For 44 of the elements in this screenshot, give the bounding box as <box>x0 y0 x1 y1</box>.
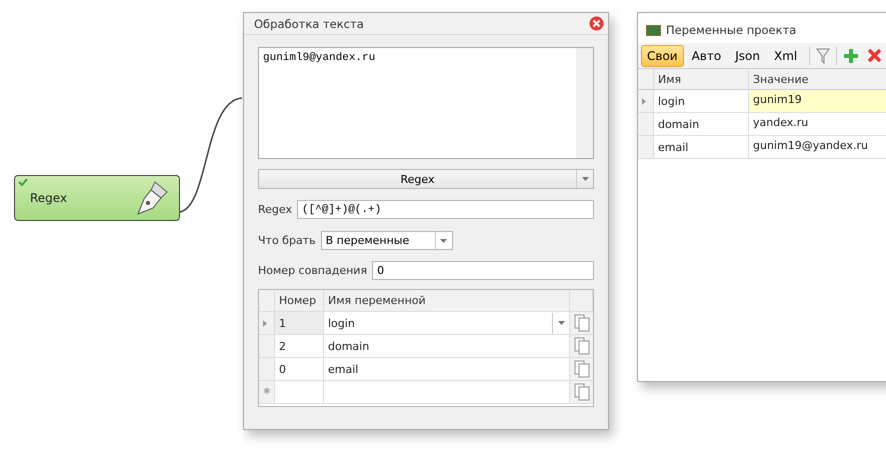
regex-field[interactable]: ([^@]+)@(.+) <box>296 200 594 219</box>
tab[interactable]: Свои <box>641 44 684 66</box>
table-cell[interactable]: gunim19@yandex.ru <box>749 136 886 158</box>
close-icon[interactable] <box>589 16 604 31</box>
table-cell: 0 <box>275 358 324 380</box>
copy-icon[interactable] <box>574 337 590 355</box>
input-text-field[interactable]: guniml9@yandex.ru <box>258 47 594 159</box>
window-title: Обработка текста <box>254 16 364 30</box>
field-label: Номер совпадения <box>258 264 368 277</box>
node-title: Regex <box>30 191 68 205</box>
table-cell[interactable]: gunim19 <box>749 90 886 112</box>
table-cell[interactable]: yandex.ru <box>749 113 886 135</box>
pen-nib-icon <box>135 180 169 216</box>
delete-icon[interactable] <box>867 48 882 63</box>
panel-title: Переменные проекта <box>666 23 796 37</box>
row-indicator[interactable] <box>259 312 275 334</box>
table-cell: 1 <box>275 312 324 334</box>
add-icon[interactable] <box>843 48 860 64</box>
filter-icon[interactable] <box>816 48 830 64</box>
board-icon <box>646 24 661 36</box>
regex-node[interactable]: Regex <box>14 175 180 221</box>
table-cell: email <box>654 136 749 158</box>
column-header: Имя <box>654 69 749 89</box>
table-cell: 2 <box>275 335 324 357</box>
tab[interactable]: Авто <box>686 44 728 66</box>
match-number-field[interactable]: 0 <box>372 261 594 280</box>
copy-icon[interactable] <box>574 383 590 401</box>
take-dropdown[interactable]: В переменные <box>320 231 453 250</box>
caret-icon <box>582 177 588 181</box>
column-header: Значение <box>749 69 886 89</box>
field-label: Что брать <box>258 234 316 247</box>
column-header: Имя переменной <box>324 290 570 311</box>
caret-icon <box>558 321 564 325</box>
caret-icon <box>440 238 448 242</box>
mode-dropdown[interactable]: Regex <box>258 169 594 189</box>
table-cell: domain <box>654 113 749 135</box>
field-label: Regex <box>258 203 292 216</box>
copy-icon[interactable] <box>574 314 590 332</box>
column-header: Номер <box>275 290 324 311</box>
tab[interactable]: Json <box>729 44 766 66</box>
tab[interactable]: Xml <box>768 44 804 66</box>
row-indicator[interactable] <box>638 90 654 112</box>
new-row-mark: ✱ <box>263 387 271 397</box>
copy-icon[interactable] <box>574 360 590 378</box>
